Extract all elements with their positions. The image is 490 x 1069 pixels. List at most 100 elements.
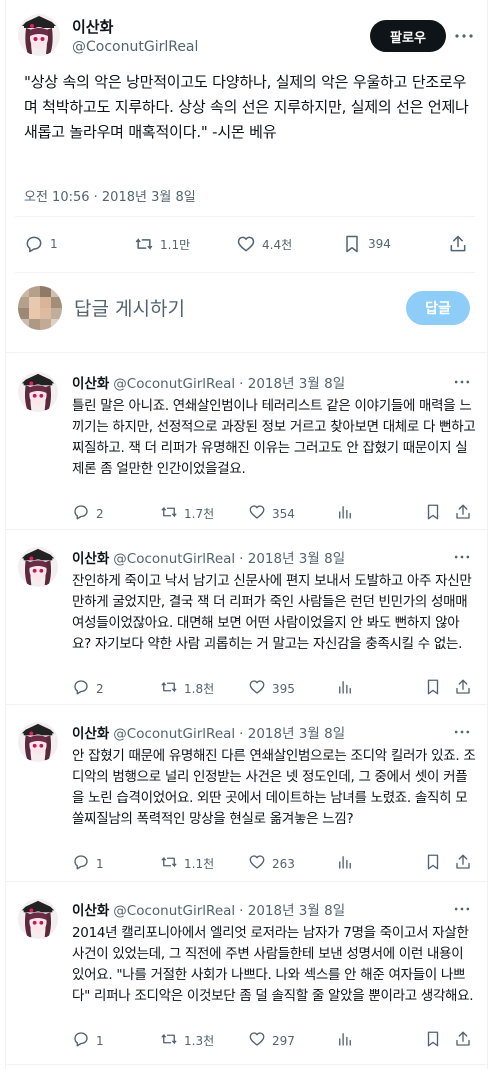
reply-count: 2 — [96, 506, 104, 521]
follow-button[interactable]: 팔로우 — [370, 20, 446, 52]
divider — [5, 881, 488, 882]
avatar[interactable] — [18, 722, 58, 762]
share-action[interactable] — [454, 503, 472, 524]
tweet-timestamp[interactable]: 오전 10:56 · 2018년 3월 8일 — [24, 186, 196, 205]
reply-input[interactable]: 답글 게시하기 — [74, 294, 185, 321]
reply-tweet[interactable]: 이산화 @CoconutGirlReal · 2018년 3월 8일 2014년 캘… — [0, 885, 488, 1065]
user-handle[interactable]: @CoconutGirlReal — [113, 376, 235, 392]
like-count: 297 — [272, 1033, 295, 1048]
like-count: 4.4천 — [262, 237, 293, 252]
views-icon — [336, 678, 354, 699]
retweet-icon — [134, 234, 154, 254]
reply-action[interactable]: 2 — [72, 503, 104, 524]
reply-action[interactable]: 1 — [72, 853, 104, 874]
reply-text: 잔인하게 죽이고 낙서 남기고 신문사에 편지 보내서 도발하고 아주 자신만만… — [72, 573, 472, 652]
reply-action[interactable]: 1 — [72, 1030, 104, 1051]
reply-icon — [72, 853, 90, 874]
share-action[interactable] — [454, 853, 472, 874]
share-action[interactable] — [448, 234, 468, 254]
retweet-count: 1.3천 — [184, 1034, 215, 1048]
avatar[interactable] — [18, 14, 60, 56]
bookmark-action[interactable] — [424, 853, 442, 874]
views-action[interactable] — [336, 853, 354, 874]
reply-date[interactable]: · 2018년 3월 8일 — [239, 551, 345, 567]
retweet-icon — [160, 1030, 178, 1051]
avatar[interactable] — [18, 547, 58, 587]
current-user-avatar — [18, 286, 62, 330]
divider — [5, 529, 488, 530]
reply-text: 틀린 말은 아니죠. 연쇄살인범이나 테러리스트 같은 이야기들에 매력을 느끼… — [72, 398, 476, 477]
bookmark-icon — [424, 503, 442, 524]
retweet-action[interactable]: 1.1만 — [134, 234, 190, 254]
avatar[interactable] — [18, 372, 58, 412]
bookmark-action[interactable]: 394 — [342, 234, 391, 254]
user-handle[interactable]: @CoconutGirlReal — [113, 551, 235, 567]
reply-date[interactable]: · 2018년 3월 8일 — [239, 376, 345, 392]
reply-action[interactable]: 2 — [72, 678, 104, 699]
display-name[interactable]: 이산화 — [72, 16, 113, 37]
share-action[interactable] — [454, 678, 472, 699]
reply-count: 2 — [96, 681, 104, 696]
like-action[interactable]: 263 — [248, 853, 295, 874]
views-icon — [336, 503, 354, 524]
divider — [5, 352, 488, 353]
more-icon[interactable] — [452, 24, 476, 48]
like-icon — [248, 678, 266, 699]
avatar[interactable] — [18, 899, 58, 939]
bookmark-action[interactable] — [424, 678, 442, 699]
reply-header: 이산화 @CoconutGirlReal · 2018년 3월 8일 — [72, 372, 345, 392]
reply-icon — [72, 503, 90, 524]
reply-date[interactable]: · 2018년 3월 8일 — [239, 903, 345, 919]
like-icon — [248, 853, 266, 874]
views-action[interactable] — [336, 1030, 354, 1051]
more-icon[interactable] — [452, 372, 472, 392]
reply-tweet[interactable]: 이산화 @CoconutGirlReal · 2018년 3월 8일 틀린 말은 아… — [0, 358, 488, 530]
reply-count: 1 — [96, 1033, 104, 1048]
retweet-action[interactable]: 1.8천 — [160, 678, 214, 699]
retweet-count: 1.1천 — [184, 857, 215, 871]
reply-submit-button[interactable]: 답글 — [406, 291, 470, 325]
reply-text: 2014년 캘리포니아에서 엘리엇 로저라는 남자가 7명을 죽이고서 자살한 … — [72, 925, 474, 1004]
bookmark-icon — [424, 1030, 442, 1051]
reply-tweet[interactable]: 이산화 @CoconutGirlReal · 2018년 3월 8일 잔인하게 죽이… — [0, 533, 488, 705]
views-action[interactable] — [336, 503, 354, 524]
like-count: 263 — [272, 856, 295, 871]
reply-tweet[interactable]: 이산화 @CoconutGirlReal · 2018년 3월 8일 안 잡혔기 때… — [0, 708, 488, 882]
share-action[interactable] — [454, 1030, 472, 1051]
more-icon[interactable] — [452, 899, 472, 919]
retweet-count: 1.7천 — [184, 507, 215, 521]
reply-icon — [24, 234, 44, 254]
display-name[interactable]: 이산화 — [72, 376, 109, 392]
retweet-count: 1.8천 — [184, 682, 215, 696]
reply-action[interactable]: 1 — [24, 234, 58, 254]
user-handle[interactable]: @CoconutGirlReal — [72, 39, 198, 55]
tweet-text: "상상 속의 악은 낭만적이고도 다양하나, 실제의 악은 우울하고 단조로우며… — [24, 73, 469, 141]
bookmark-icon — [342, 234, 362, 254]
user-handle[interactable]: @CoconutGirlReal — [113, 726, 235, 742]
display-name[interactable]: 이산화 — [72, 903, 109, 919]
like-count: 395 — [272, 681, 295, 696]
like-action[interactable]: 395 — [248, 678, 295, 699]
retweet-action[interactable]: 1.7천 — [160, 503, 214, 524]
views-action[interactable] — [336, 678, 354, 699]
share-icon — [454, 1030, 472, 1051]
more-icon[interactable] — [452, 547, 472, 567]
retweet-action[interactable]: 1.3천 — [160, 1030, 214, 1051]
like-action[interactable]: 4.4천 — [236, 234, 292, 254]
user-handle[interactable]: @CoconutGirlReal — [113, 903, 235, 919]
like-icon — [248, 503, 266, 524]
display-name[interactable]: 이산화 — [72, 551, 109, 567]
bookmark-action[interactable] — [424, 503, 442, 524]
retweet-icon — [160, 853, 178, 874]
reply-icon — [72, 678, 90, 699]
retweet-action[interactable]: 1.1천 — [160, 853, 214, 874]
reply-text: 안 잡혔기 때문에 유명해진 다른 연쇄살인범으로는 조디악 킬러가 있죠. 조… — [72, 748, 476, 827]
bookmark-count: 394 — [368, 237, 391, 251]
display-name[interactable]: 이산화 — [72, 726, 109, 742]
more-icon[interactable] — [452, 722, 472, 742]
like-action[interactable]: 354 — [248, 503, 295, 524]
retweet-icon — [160, 678, 178, 699]
bookmark-action[interactable] — [424, 1030, 442, 1051]
like-action[interactable]: 297 — [248, 1030, 295, 1051]
reply-date[interactable]: · 2018년 3월 8일 — [239, 726, 345, 742]
